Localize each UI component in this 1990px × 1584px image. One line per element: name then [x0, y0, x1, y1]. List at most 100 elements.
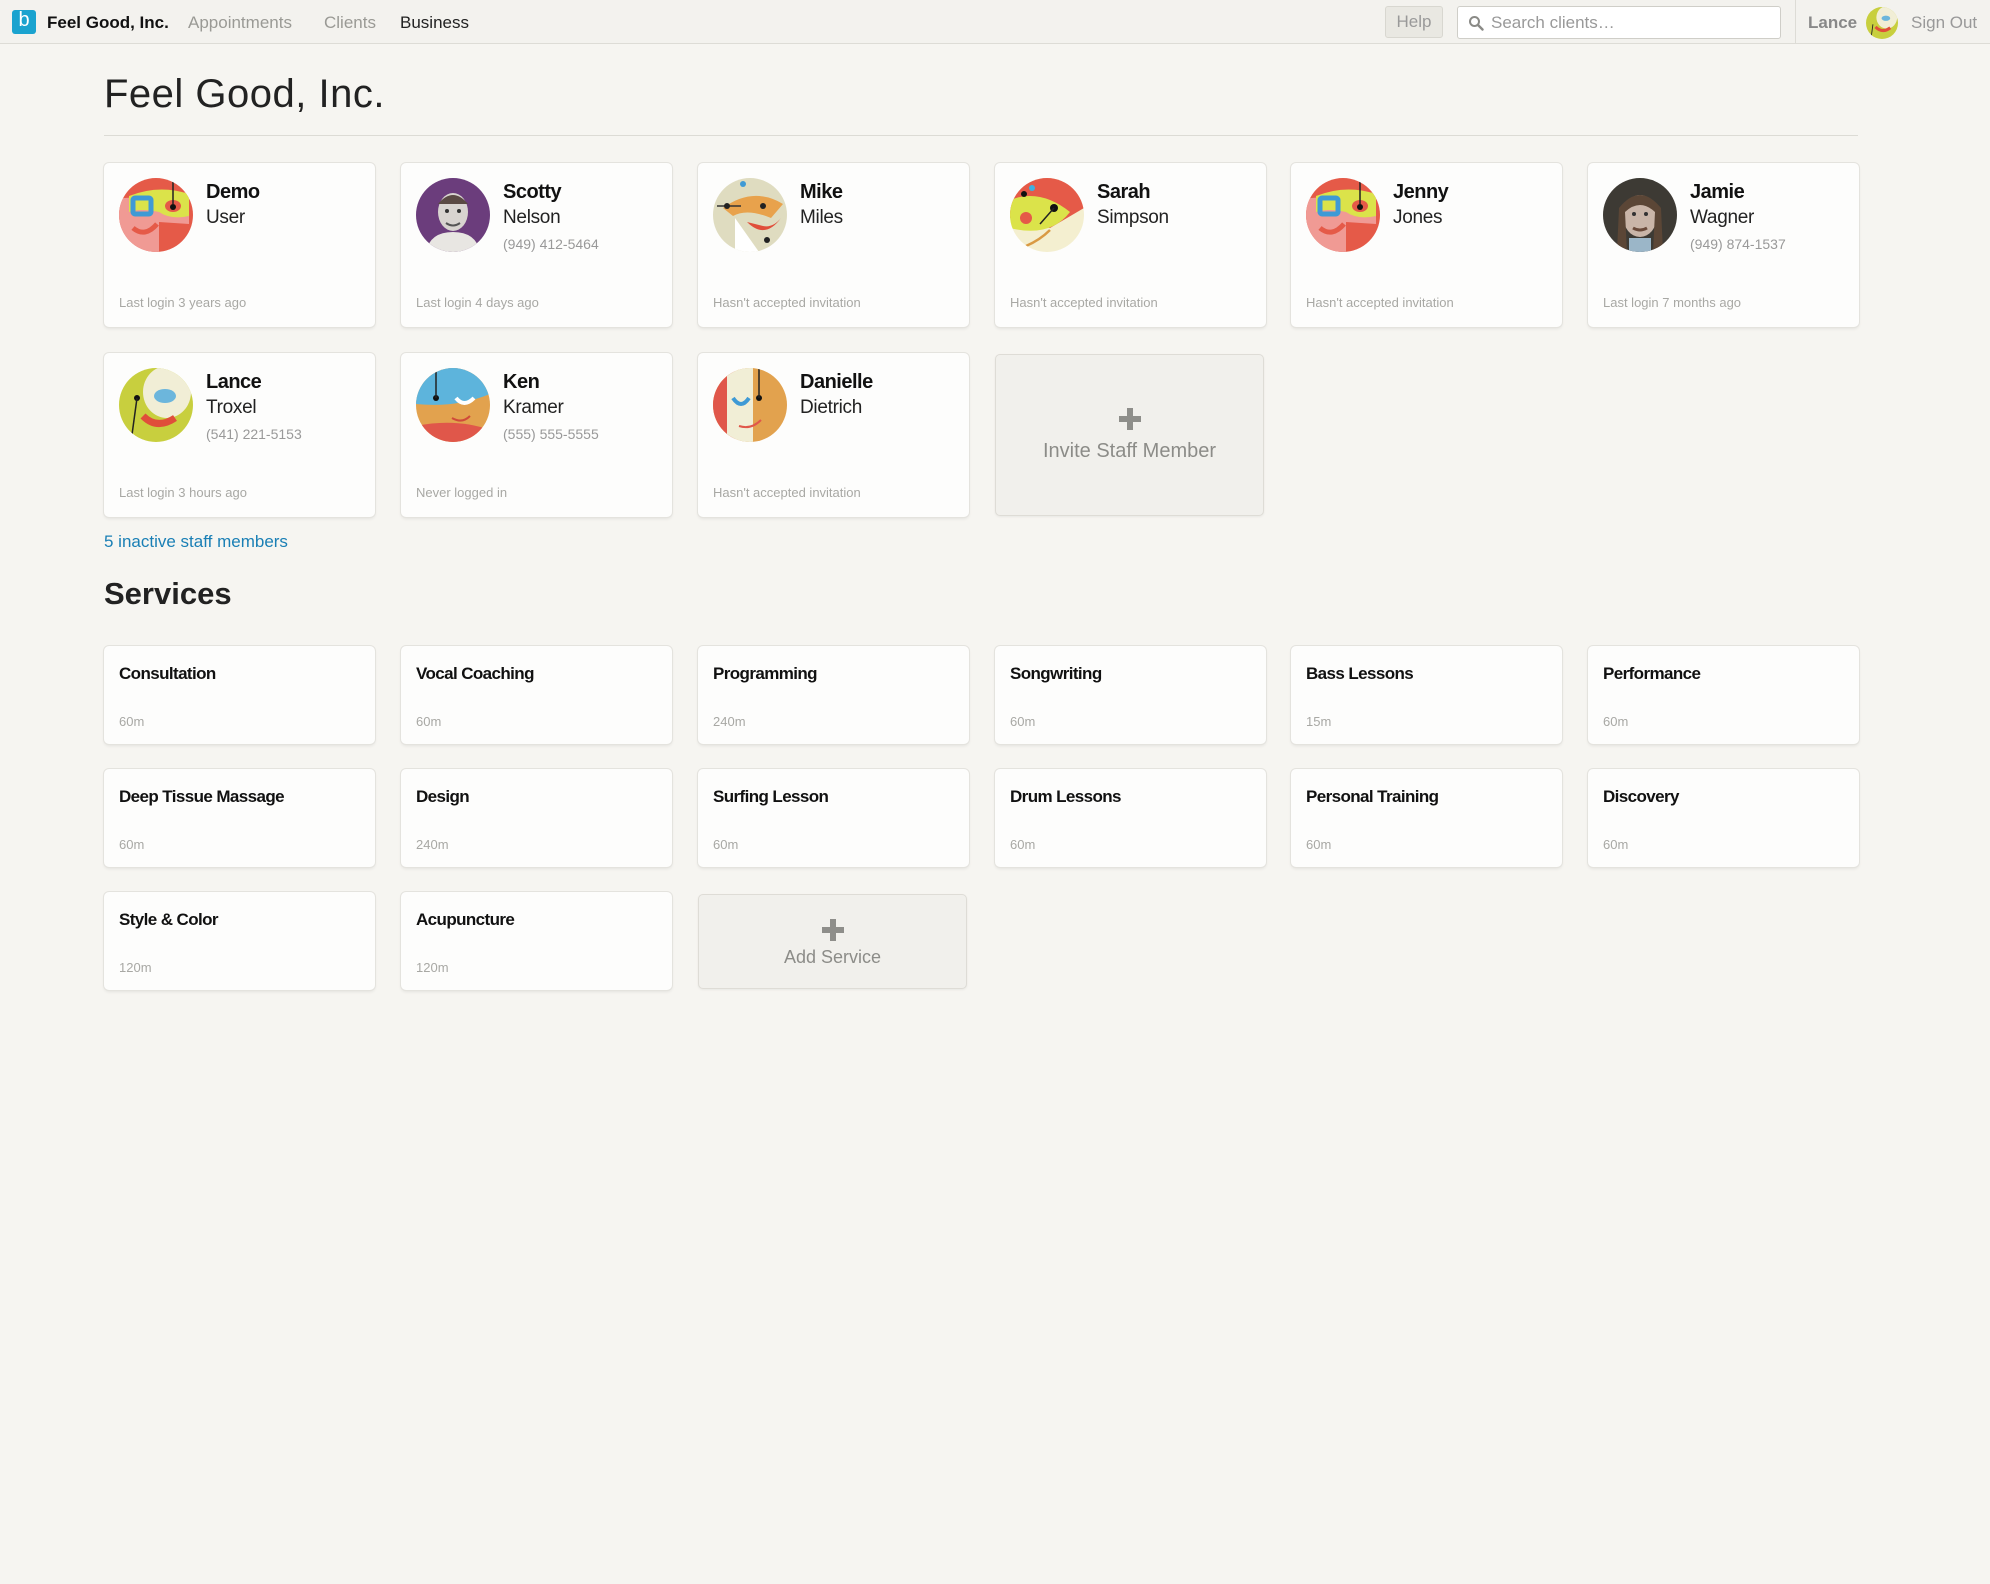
nav-appointments[interactable]: Appointments	[188, 13, 292, 33]
service-duration: 60m	[119, 714, 145, 729]
staff-card[interactable]: Danielle Dietrich Hasn't accepted invitati…	[698, 353, 969, 517]
service-name: Surfing Lesson	[713, 787, 829, 806]
service-duration: 60m	[1306, 837, 1332, 852]
help-button[interactable]: Help	[1385, 6, 1443, 38]
service-duration: 60m	[1010, 714, 1036, 729]
staff-first-name: Jamie	[1690, 181, 1745, 203]
service-card[interactable]: Personal Training 60m	[1291, 769, 1562, 867]
staff-login-status: Hasn't accepted invitation	[713, 485, 861, 500]
service-duration: 240m	[416, 837, 449, 852]
staff-phone: (541) 221-5153	[206, 426, 302, 442]
staff-card[interactable]: Jamie Wagner (949) 874-1537 Last login 7 mo…	[1588, 163, 1859, 327]
staff-avatar	[713, 178, 787, 252]
plus-icon	[821, 919, 844, 941]
staff-first-name: Ken	[503, 371, 540, 393]
service-card[interactable]: Programming 240m	[698, 646, 969, 744]
staff-first-name: Sarah	[1097, 181, 1151, 203]
service-name: Deep Tissue Massage	[119, 787, 285, 806]
staff-card[interactable]: Demo User Last login 3 years ago	[104, 163, 375, 327]
service-name: Consultation	[119, 664, 216, 683]
staff-card[interactable]: Scotty Nelson (949) 412-5464 Last login 4 d…	[401, 163, 672, 327]
staff-last-name: Dietrich	[800, 397, 863, 418]
staff-login-status: Hasn't accepted invitation	[713, 295, 861, 310]
nav-clients[interactable]: Clients	[324, 13, 376, 33]
search-input[interactable]	[1491, 11, 1771, 35]
current-user-avatar[interactable]	[1866, 7, 1898, 39]
service-card[interactable]: Consultation 60m	[104, 646, 375, 744]
service-name: Style & Color	[119, 910, 219, 929]
staff-first-name: Demo	[206, 181, 260, 203]
search-box[interactable]	[1457, 6, 1781, 39]
staff-avatar	[119, 368, 193, 442]
staff-login-status: Hasn't accepted invitation	[1010, 295, 1158, 310]
search-icon	[1469, 16, 1484, 31]
staff-card[interactable]: Ken Kramer (555) 555-5555 Never logged in	[401, 353, 672, 517]
staff-phone: (949) 874-1537	[1690, 236, 1786, 252]
services-heading: Services	[104, 576, 232, 611]
staff-avatar	[119, 178, 193, 252]
service-duration: 15m	[1306, 714, 1332, 729]
app-logo-icon[interactable]: b	[12, 10, 36, 34]
nav-business[interactable]: Business	[400, 13, 469, 33]
title-divider	[104, 135, 1858, 136]
page-title: Feel Good, Inc.	[104, 72, 385, 116]
brand-name[interactable]: Feel Good, Inc.	[47, 13, 169, 33]
service-name: Acupuncture	[416, 910, 515, 929]
staff-avatar	[713, 368, 787, 442]
service-name: Personal Training	[1306, 787, 1439, 806]
service-name: Songwriting	[1010, 664, 1102, 683]
staff-last-name: Wagner	[1690, 207, 1755, 228]
service-duration: 60m	[1603, 837, 1629, 852]
staff-first-name: Lance	[206, 371, 262, 393]
staff-login-status: Never logged in	[416, 485, 508, 500]
current-user-name[interactable]: Lance	[1808, 13, 1857, 33]
inactive-staff-link[interactable]: 5 inactive staff members	[104, 532, 288, 552]
staff-avatar	[1306, 178, 1380, 252]
sign-out-link[interactable]: Sign Out	[1911, 13, 1977, 33]
service-name: Vocal Coaching	[416, 664, 534, 683]
add-service-button[interactable]: Add Service	[698, 894, 967, 989]
top-nav: b Feel Good, Inc. Appointments Clients B…	[0, 0, 1990, 44]
staff-phone: (555) 555-5555	[503, 426, 599, 442]
service-duration: 60m	[1603, 714, 1629, 729]
service-name: Discovery	[1603, 787, 1679, 806]
service-card[interactable]: Acupuncture 120m	[401, 892, 672, 990]
invite-staff-button[interactable]: Invite Staff Member	[995, 354, 1264, 516]
staff-last-name: User	[206, 207, 245, 228]
service-card[interactable]: Style & Color 120m	[104, 892, 375, 990]
staff-avatar	[1603, 178, 1677, 252]
staff-last-name: Troxel	[206, 397, 257, 418]
staff-first-name: Mike	[800, 181, 843, 203]
service-card[interactable]: Drum Lessons 60m	[995, 769, 1266, 867]
staff-last-name: Jones	[1393, 207, 1443, 228]
staff-card[interactable]: Sarah Simpson Hasn't accepted invitation	[995, 163, 1266, 327]
service-card[interactable]: Discovery 60m	[1588, 769, 1859, 867]
service-card[interactable]: Design 240m	[401, 769, 672, 867]
staff-card[interactable]: Lance Troxel (541) 221-5153 Last login 3 ho…	[104, 353, 375, 517]
service-card[interactable]: Deep Tissue Massage 60m	[104, 769, 375, 867]
staff-login-status: Last login 4 days ago	[416, 295, 539, 310]
nav-divider	[1795, 0, 1796, 44]
plus-icon	[1118, 408, 1141, 430]
service-card[interactable]: Bass Lessons 15m	[1291, 646, 1562, 744]
service-card[interactable]: Vocal Coaching 60m	[401, 646, 672, 744]
service-card[interactable]: Songwriting 60m	[995, 646, 1266, 744]
staff-first-name: Danielle	[800, 371, 873, 393]
service-card[interactable]: Surfing Lesson 60m	[698, 769, 969, 867]
service-name: Performance	[1603, 664, 1701, 683]
staff-login-status: Last login 3 hours ago	[119, 485, 247, 500]
service-duration: 60m	[1010, 837, 1036, 852]
service-name: Design	[416, 787, 470, 806]
service-duration: 60m	[416, 714, 442, 729]
staff-avatar	[416, 368, 490, 442]
staff-card[interactable]: Mike Miles Hasn't accepted invitation	[698, 163, 969, 327]
service-card[interactable]: Performance 60m	[1588, 646, 1859, 744]
staff-first-name: Scotty	[503, 181, 562, 203]
staff-first-name: Jenny	[1393, 181, 1449, 203]
staff-last-name: Nelson	[503, 207, 561, 228]
service-duration: 60m	[119, 837, 145, 852]
service-name: Programming	[713, 664, 818, 683]
staff-card[interactable]: Jenny Jones Hasn't accepted invitation	[1291, 163, 1562, 327]
invite-staff-label: Invite Staff Member	[1042, 440, 1217, 462]
service-duration: 240m	[713, 714, 746, 729]
